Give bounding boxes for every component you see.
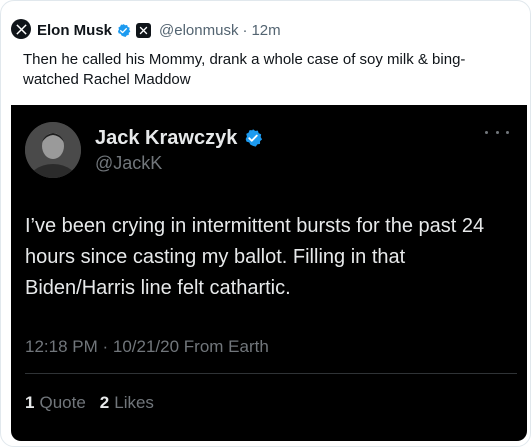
author-header: Elon Musk @elonmusk · 12m: [37, 20, 281, 40]
quote-count-label: Quote: [39, 393, 86, 412]
like-count: 2 Likes: [100, 393, 154, 413]
more-options-icon: [485, 125, 509, 139]
x-affiliate-badge-icon: [136, 22, 152, 38]
quoted-author-avatar: [25, 122, 81, 178]
quoted-author-name: Jack Krawczyk: [95, 126, 238, 149]
tweet-card[interactable]: Elon Musk @elonmusk · 12m Then he called…: [0, 0, 531, 447]
divider: [25, 373, 517, 374]
embedded-screenshot: Jack Krawczyk @JackK I’ve been crying in…: [11, 105, 527, 441]
quoted-tweet-text: I’ve been crying in intermittent bursts …: [25, 215, 485, 299]
quote-count-number: 1: [25, 393, 35, 412]
quote-count: 1 Quote: [25, 393, 86, 413]
author-handle[interactable]: @elonmusk: [159, 22, 238, 39]
like-count-label: Likes: [114, 393, 154, 412]
engagement-stats: 1 Quote 2 Likes: [25, 393, 154, 413]
verified-badge-icon: [118, 23, 131, 37]
quoted-author-header: Jack Krawczyk: [95, 125, 263, 151]
tweet-timestamp[interactable]: 12m: [251, 22, 280, 39]
quoted-tweet-meta: 12:18 PM · 10/21/20 From Earth: [25, 337, 269, 356]
verified-badge-icon: [245, 129, 263, 147]
separator: ·: [242, 21, 248, 39]
x-logo-icon: [15, 23, 27, 35]
author-avatar[interactable]: [11, 19, 31, 39]
quoted-author-handle: @JackK: [95, 153, 163, 173]
author-name[interactable]: Elon Musk: [37, 22, 112, 39]
tweet-text: Then he called his Mommy, drank a whole …: [23, 51, 466, 88]
like-count-number: 2: [99, 393, 110, 412]
